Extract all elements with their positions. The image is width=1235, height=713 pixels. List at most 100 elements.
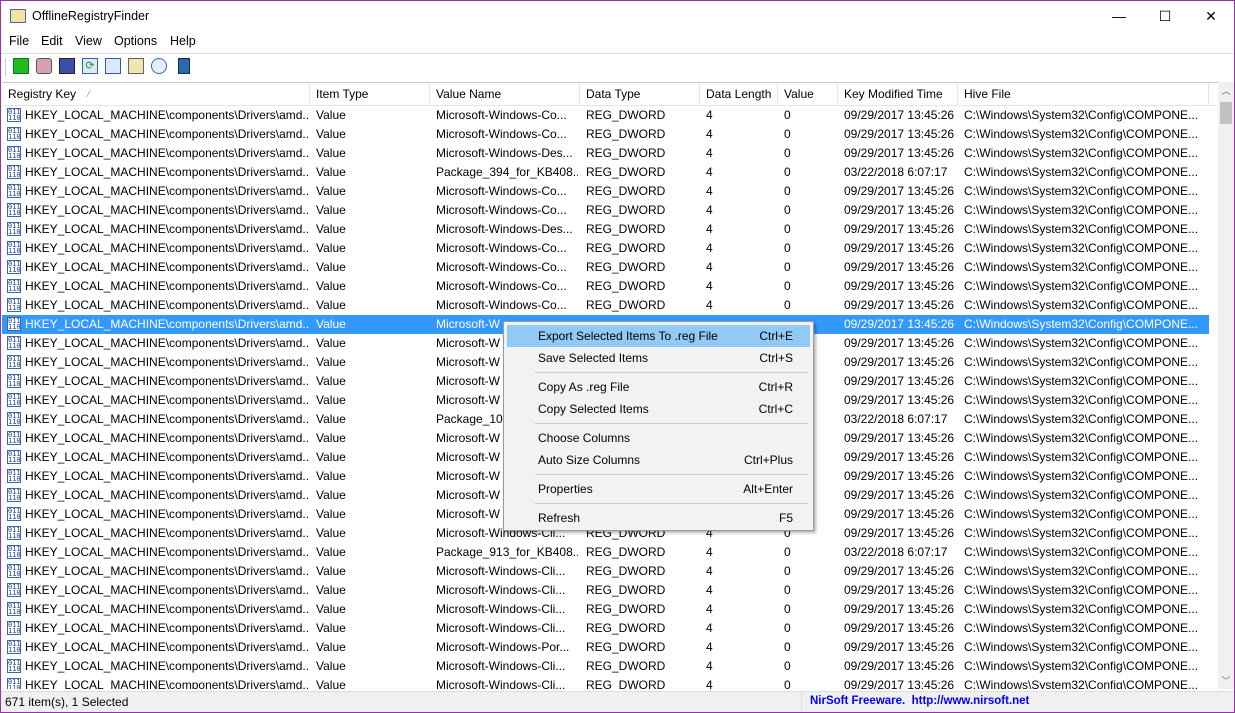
cell-item-type: Value: [316, 621, 346, 635]
registry-value-icon: 011 110: [7, 374, 21, 388]
column-header-hive-file[interactable]: Hive File: [958, 83, 1209, 106]
context-menu-item-copy-as-reg-file[interactable]: Copy As .reg File Ctrl+R: [507, 376, 810, 398]
cell-key-modified-time: 03/22/2018 6:07:17: [844, 165, 948, 179]
cell-value-name: Microsoft-Windows-Cli...: [436, 659, 566, 673]
cell-data-type: REG_DWORD: [586, 564, 666, 578]
registry-value-icon: 011 110: [7, 127, 21, 141]
menu-view[interactable]: View: [75, 34, 102, 48]
cell-registry-key: HKEY_LOCAL_MACHINE\components\Drivers\am…: [25, 108, 308, 122]
table-row[interactable]: 011 110 HKEY_LOCAL_MACHINE\components\Dri…: [2, 106, 1209, 125]
toolbar: ⟳: [1, 53, 1234, 80]
cell-key-modified-time: 09/29/2017 13:45:26: [844, 469, 955, 483]
cell-item-type: Value: [316, 108, 346, 122]
cell-data-length: 4: [706, 279, 713, 293]
menu-file[interactable]: File: [9, 34, 29, 48]
cell-registry-key: HKEY_LOCAL_MACHINE\components\Drivers\am…: [25, 507, 308, 521]
cell-value-name: Microsoft-Windows-Cli...: [436, 621, 566, 635]
menu-item-label: Auto Size Columns: [538, 453, 641, 467]
cell-key-modified-time: 03/22/2018 6:07:17: [844, 412, 948, 426]
cell-data-length: 4: [706, 583, 713, 597]
table-row[interactable]: 011 110 HKEY_LOCAL_MACHINE\components\Dri…: [2, 163, 1209, 182]
table-row[interactable]: 011 110 HKEY_LOCAL_MACHINE\components\Dri…: [2, 638, 1209, 657]
properties-icon[interactable]: [128, 58, 144, 74]
cell-registry-key: HKEY_LOCAL_MACHINE\components\Drivers\am…: [25, 602, 308, 616]
minimize-button[interactable]: —: [1096, 1, 1142, 32]
column-header-label: Hive File: [964, 87, 1011, 101]
cell-data-length: 4: [706, 184, 713, 198]
cell-key-modified-time: 09/29/2017 13:45:26: [844, 640, 955, 654]
exit-icon[interactable]: [178, 58, 190, 74]
table-row[interactable]: 011 110 HKEY_LOCAL_MACHINE\components\Dri…: [2, 619, 1209, 638]
cell-registry-key: HKEY_LOCAL_MACHINE\components\Drivers\am…: [25, 393, 308, 407]
menu-item-shortcut: F5: [778, 511, 793, 525]
column-header-key-modified-time[interactable]: Key Modified Time: [838, 83, 958, 106]
cell-hive-file: C:\Windows\System32\Config\COMPONE...: [964, 507, 1199, 521]
cell-value-name: Microsoft-Windows-Cli...: [436, 678, 566, 689]
scroll-thumb[interactable]: [1220, 102, 1232, 124]
column-header-value-name[interactable]: Value Name: [430, 83, 580, 106]
cell-data-type: REG_DWORD: [586, 241, 666, 255]
refresh-icon[interactable]: ⟳: [82, 58, 98, 74]
cell-key-modified-time: 09/29/2017 13:45:26: [844, 678, 955, 689]
menu-item-label: Copy As .reg File: [538, 380, 630, 394]
table-row[interactable]: 011 110 HKEY_LOCAL_MACHINE\components\Dri…: [2, 600, 1209, 619]
menu-edit[interactable]: Edit: [41, 34, 63, 48]
menu-options[interactable]: Options: [114, 34, 157, 48]
cell-key-modified-time: 09/29/2017 13:45:26: [844, 260, 955, 274]
cell-registry-key: HKEY_LOCAL_MACHINE\components\Drivers\am…: [25, 222, 308, 236]
table-row[interactable]: 011 110 HKEY_LOCAL_MACHINE\components\Dri…: [2, 562, 1209, 581]
cell-value-name: Package_913_for_KB408...: [436, 545, 578, 559]
context-menu-item-save-selected-items[interactable]: Save Selected Items Ctrl+S: [507, 347, 810, 369]
table-row[interactable]: 011 110 HKEY_LOCAL_MACHINE\components\Dri…: [2, 296, 1209, 315]
nirsoft-link[interactable]: NirSoft Freeware. http://www.nirsoft.net: [810, 695, 1029, 707]
cell-hive-file: C:\Windows\System32\Config\COMPONE...: [964, 279, 1199, 293]
table-row[interactable]: 011 110 HKEY_LOCAL_MACHINE\components\Dri…: [2, 201, 1209, 220]
cell-registry-key: HKEY_LOCAL_MACHINE\components\Drivers\am…: [25, 184, 308, 198]
sort-ascending-icon: ⁄: [88, 89, 90, 99]
column-header-registry-key[interactable]: Registry Key ⁄: [2, 83, 310, 106]
close-button[interactable]: ✕: [1188, 1, 1234, 32]
cell-value: 0: [784, 621, 791, 635]
cell-registry-key: HKEY_LOCAL_MACHINE\components\Drivers\am…: [25, 450, 308, 464]
table-row[interactable]: 011 110 HKEY_LOCAL_MACHINE\components\Dri…: [2, 220, 1209, 239]
table-row[interactable]: 011 110 HKEY_LOCAL_MACHINE\components\Dri…: [2, 676, 1209, 689]
new-search-icon[interactable]: [13, 58, 29, 74]
cell-data-type: REG_DWORD: [586, 298, 666, 312]
column-header-data-length[interactable]: Data Length: [700, 83, 778, 106]
context-menu-item-properties[interactable]: Properties Alt+Enter: [507, 478, 810, 500]
column-header-item-type[interactable]: Item Type: [310, 83, 430, 106]
vertical-scrollbar[interactable]: ︿ ﹀: [1218, 82, 1234, 689]
save-icon[interactable]: [59, 58, 75, 74]
cell-key-modified-time: 09/29/2017 13:45:26: [844, 488, 955, 502]
cell-item-type: Value: [316, 507, 346, 521]
scroll-down-icon[interactable]: ﹀: [1218, 674, 1234, 687]
context-menu-item-refresh[interactable]: Refresh F5: [507, 507, 810, 529]
snapshot-icon[interactable]: [36, 58, 52, 74]
table-row[interactable]: 011 110 HKEY_LOCAL_MACHINE\components\Dri…: [2, 657, 1209, 676]
table-row[interactable]: 011 110 HKEY_LOCAL_MACHINE\components\Dri…: [2, 543, 1209, 562]
column-header-value[interactable]: Value: [778, 83, 838, 106]
copy-icon[interactable]: [105, 58, 121, 74]
cell-key-modified-time: 09/29/2017 13:45:26: [844, 526, 955, 540]
menu-help[interactable]: Help: [170, 34, 196, 48]
table-row[interactable]: 011 110 HKEY_LOCAL_MACHINE\components\Dri…: [2, 144, 1209, 163]
cell-value: 0: [784, 184, 791, 198]
maximize-button[interactable]: ☐: [1142, 1, 1188, 32]
cell-hive-file: C:\Windows\System32\Config\COMPONE...: [964, 545, 1199, 559]
cell-hive-file: C:\Windows\System32\Config\COMPONE...: [964, 355, 1199, 369]
scroll-up-icon[interactable]: ︿: [1218, 84, 1234, 97]
cell-data-type: REG_DWORD: [586, 146, 666, 160]
find-icon[interactable]: [151, 58, 167, 74]
context-menu-item-copy-selected-items[interactable]: Copy Selected Items Ctrl+C: [507, 398, 810, 420]
context-menu-item-choose-columns[interactable]: Choose Columns: [507, 427, 810, 449]
registry-value-icon: 011 110: [7, 507, 21, 521]
table-row[interactable]: 011 110 HKEY_LOCAL_MACHINE\components\Dri…: [2, 239, 1209, 258]
column-header-data-type[interactable]: Data Type: [580, 83, 700, 106]
context-menu-item-export-selected-items-to-reg-file[interactable]: Export Selected Items To .reg File Ctrl+E: [507, 325, 810, 347]
table-row[interactable]: 011 110 HKEY_LOCAL_MACHINE\components\Dri…: [2, 277, 1209, 296]
table-row[interactable]: 011 110 HKEY_LOCAL_MACHINE\components\Dri…: [2, 581, 1209, 600]
table-row[interactable]: 011 110 HKEY_LOCAL_MACHINE\components\Dri…: [2, 258, 1209, 277]
table-row[interactable]: 011 110 HKEY_LOCAL_MACHINE\components\Dri…: [2, 125, 1209, 144]
table-row[interactable]: 011 110 HKEY_LOCAL_MACHINE\components\Dri…: [2, 182, 1209, 201]
context-menu-item-auto-size-columns[interactable]: Auto Size Columns Ctrl+Plus: [507, 449, 810, 471]
